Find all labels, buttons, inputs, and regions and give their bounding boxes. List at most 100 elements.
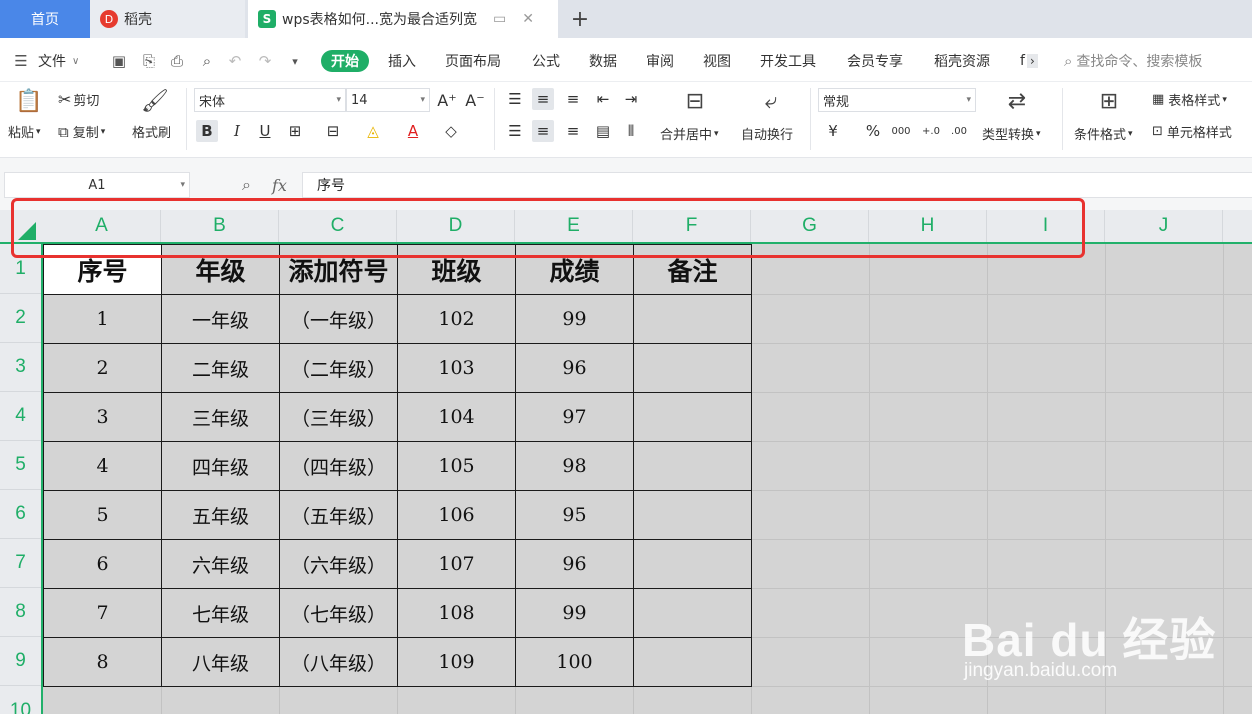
thousands-separator-button[interactable]: 000	[890, 120, 912, 142]
table-cell[interactable]: 95	[515, 490, 634, 540]
save-icon[interactable]: ▣	[108, 50, 130, 72]
fill-color-icon[interactable]: ◬	[362, 120, 384, 142]
zoom-icon[interactable]: ⌕	[242, 174, 251, 196]
table-cell[interactable]: 7	[43, 588, 162, 638]
table-cell[interactable]: 三年级	[161, 392, 280, 442]
new-tab-button[interactable]: +	[566, 4, 594, 34]
table-cell[interactable]: 5	[43, 490, 162, 540]
table-cell[interactable]	[633, 637, 752, 687]
table-cell[interactable]: 106	[397, 490, 516, 540]
underline-button[interactable]: U	[254, 120, 276, 142]
table-cell[interactable]: 3	[43, 392, 162, 442]
column-header-c[interactable]: C	[279, 210, 397, 242]
command-search[interactable]: ⌕ 查找命令、搜索模板	[1064, 50, 1202, 72]
type-convert-button[interactable]: 类型转换 ▾	[982, 124, 1041, 143]
table-cell[interactable]: 102	[397, 294, 516, 344]
redo-icon[interactable]: ↷	[254, 50, 276, 72]
table-cell[interactable]: 99	[515, 588, 634, 638]
fx-button[interactable]: fx	[272, 174, 287, 196]
table-cell[interactable]: 103	[397, 343, 516, 393]
table-cell[interactable]: 五年级	[161, 490, 280, 540]
table-cell[interactable]: （二年级）	[279, 343, 398, 393]
table-cell[interactable]: 96	[515, 343, 634, 393]
table-cell[interactable]: 108	[397, 588, 516, 638]
select-all-corner[interactable]	[0, 210, 43, 244]
row-header-10[interactable]: 10	[0, 686, 41, 714]
wrap-text-icon[interactable]: ⤶	[756, 86, 786, 116]
number-format-select[interactable]: 常规 ▾	[818, 88, 976, 112]
print-preview-icon[interactable]: ⌕	[196, 50, 218, 72]
row-header-6[interactable]: 6	[0, 490, 41, 539]
table-cell[interactable]: 99	[515, 294, 634, 344]
cell-area[interactable]: 序号 年级 添加符号 班级 成绩 备注 1 一年级 （一年级） 102 99 2 二年级 （二…	[43, 244, 1252, 714]
column-header-b[interactable]: B	[161, 210, 279, 242]
row-header-9[interactable]: 9	[0, 637, 41, 686]
font-name-select[interactable]: 宋体 ▾	[194, 88, 346, 112]
distributed-align-icon[interactable]: ⫴	[620, 120, 642, 142]
export-pdf-icon[interactable]: ⎘	[138, 50, 160, 72]
table-cell[interactable]: 2	[43, 343, 162, 393]
merge-center-button[interactable]: 合并居中 ▾	[660, 124, 719, 143]
column-header-h[interactable]: H	[869, 210, 987, 242]
table-cell[interactable]: 104	[397, 392, 516, 442]
menu-data[interactable]: 数据	[589, 50, 617, 72]
menu-view[interactable]: 视图	[703, 50, 731, 72]
table-cell[interactable]: 八年级	[161, 637, 280, 687]
menu-home[interactable]: 开始	[321, 50, 369, 72]
table-cell[interactable]: 105	[397, 441, 516, 491]
menu-member[interactable]: 会员专享	[847, 50, 903, 72]
menu-developer[interactable]: 开发工具	[760, 50, 816, 72]
merge-center-icon[interactable]: ⊟	[680, 86, 710, 116]
decrease-font-icon[interactable]: A⁻	[464, 89, 486, 111]
menu-more[interactable]: f ›	[1020, 50, 1038, 72]
row-header-1[interactable]: 1	[0, 244, 41, 294]
column-header-g[interactable]: G	[751, 210, 869, 242]
conditional-format-icon[interactable]: ⊞	[1094, 86, 1124, 116]
copy-button[interactable]: ⧉ 复制 ▾	[58, 122, 105, 142]
header-cell[interactable]: 备注	[633, 244, 752, 295]
auto-wrap-button[interactable]: 自动换行	[741, 124, 793, 143]
column-header-j[interactable]: J	[1105, 210, 1223, 242]
formula-input[interactable]: 序号	[302, 172, 1252, 198]
type-convert-icon[interactable]: ⇄	[1002, 86, 1032, 116]
table-cell[interactable]	[633, 392, 752, 442]
table-cell[interactable]: 6	[43, 539, 162, 589]
eraser-icon[interactable]: ◇	[440, 120, 462, 142]
column-header-i[interactable]: I	[987, 210, 1105, 242]
table-cell[interactable]: 96	[515, 539, 634, 589]
table-cell[interactable]	[633, 539, 752, 589]
indent-increase-icon[interactable]: ⇥	[620, 88, 642, 110]
table-cell[interactable]: 一年级	[161, 294, 280, 344]
align-left-icon[interactable]: ☰	[504, 120, 526, 142]
align-right-icon[interactable]: ≡	[562, 120, 584, 142]
table-cell[interactable]: （五年级）	[279, 490, 398, 540]
tab-home[interactable]: 首页	[0, 0, 90, 38]
table-cell[interactable]: 1	[43, 294, 162, 344]
column-header-f[interactable]: F	[633, 210, 751, 242]
print-icon[interactable]: ⎙	[166, 50, 188, 72]
table-style-button[interactable]: ▦ 表格样式 ▾	[1152, 90, 1227, 109]
name-box[interactable]: A1 ▾	[4, 172, 190, 198]
borders-icon[interactable]: ⊞	[284, 120, 306, 142]
pin-icon[interactable]: ▭	[493, 11, 506, 27]
table-cell[interactable]: 107	[397, 539, 516, 589]
table-cell[interactable]: （三年级）	[279, 392, 398, 442]
font-color-button[interactable]: A	[402, 120, 424, 142]
menu-page-layout[interactable]: 页面布局	[445, 50, 501, 72]
format-painter-icon[interactable]: 🖌	[140, 86, 170, 116]
column-header-d[interactable]: D	[397, 210, 515, 242]
table-cell[interactable]: （四年级）	[279, 441, 398, 491]
align-top-icon[interactable]: ☰	[504, 88, 526, 110]
increase-font-icon[interactable]: A⁺	[436, 89, 458, 111]
table-cell[interactable]: 四年级	[161, 441, 280, 491]
header-cell[interactable]: 班级	[397, 244, 516, 295]
table-cell[interactable]: 100	[515, 637, 634, 687]
menu-review[interactable]: 审阅	[646, 50, 674, 72]
header-cell[interactable]: 年级	[161, 244, 280, 295]
table-cell[interactable]: 七年级	[161, 588, 280, 638]
bold-button[interactable]: B	[196, 120, 218, 142]
column-header-e[interactable]: E	[515, 210, 633, 242]
hamburger-menu-icon[interactable]: ☰	[10, 50, 32, 72]
table-cell[interactable]	[633, 343, 752, 393]
tab-daoke[interactable]: D 稻壳	[90, 0, 245, 38]
